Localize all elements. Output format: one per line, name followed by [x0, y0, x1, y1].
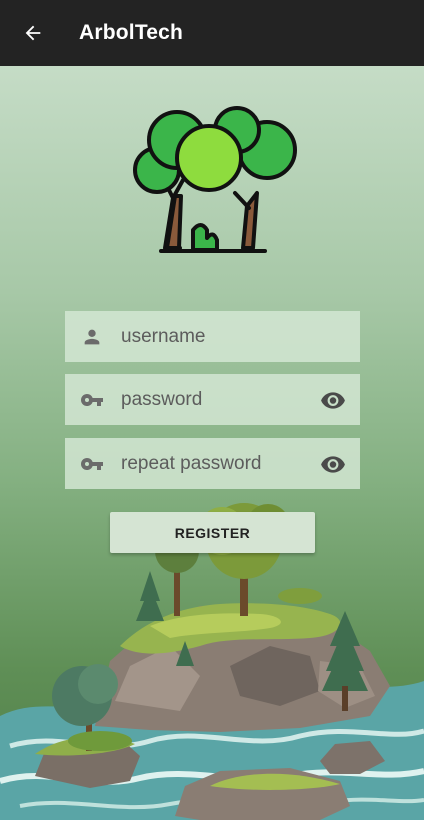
person-icon [79, 324, 105, 350]
repeat-password-placeholder: repeat password [121, 452, 262, 474]
username-field[interactable]: username [65, 311, 360, 362]
back-button[interactable] [16, 16, 50, 50]
password-field[interactable]: password [65, 374, 360, 425]
repeat-password-visibility-toggle[interactable] [318, 449, 348, 479]
arrow-left-icon [25, 25, 41, 41]
repeat-password-field[interactable]: repeat password [65, 438, 360, 489]
key-icon [79, 387, 105, 413]
eye-icon [321, 391, 345, 409]
register-screen: username password repeat password REGIST… [0, 66, 424, 820]
app-bar: ArbolTech [0, 0, 424, 66]
trees-logo [133, 106, 297, 253]
password-visibility-toggle[interactable] [318, 385, 348, 415]
username-placeholder: username [121, 325, 206, 347]
eye-icon [321, 455, 345, 473]
app-title: ArbolTech [79, 21, 184, 44]
register-button[interactable]: REGISTER [110, 512, 315, 553]
password-placeholder: password [121, 388, 203, 410]
key-icon [79, 451, 105, 477]
